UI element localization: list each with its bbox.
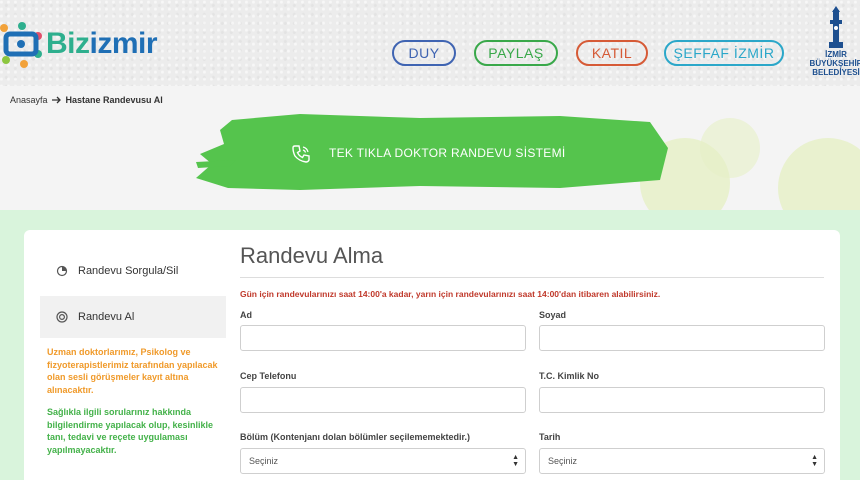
- bizizmir-logo[interactable]: Bizizmir: [0, 14, 158, 74]
- phone-icon: [292, 145, 310, 163]
- soyad-label: Soyad: [539, 310, 567, 320]
- bolum-label: Bölüm (Kontenjanı dolan bölümler seçilem…: [240, 432, 471, 442]
- breadcrumb-current: Hastane Randevusu Al: [65, 95, 163, 105]
- soyad-input[interactable]: [539, 325, 825, 351]
- sidebar-item-make-appointment[interactable]: Randevu Al: [40, 296, 226, 338]
- site-header: Bizizmir DUY PAYLAŞ KATIL ŞEFFAF İZMİR İ…: [0, 0, 860, 86]
- breadcrumb-home-link[interactable]: Anasayfa: [10, 95, 48, 105]
- bolum-select[interactable]: Seçiniz ▲ ▼: [240, 448, 526, 474]
- municipality-line-1: İZMİR: [825, 50, 847, 59]
- arrow-right-icon: [51, 96, 61, 104]
- cep-telefonu-label: Cep Telefonu: [240, 371, 297, 381]
- no-diagnosis-notice: Sağlıkla ilgili sorularınız hakkında bil…: [47, 407, 214, 455]
- nav-katil-button[interactable]: KATIL: [576, 40, 648, 66]
- bolum-select-value: Seçiniz: [249, 456, 279, 466]
- sidebar-item-label: Randevu Al: [78, 311, 135, 323]
- nav-paylas-button[interactable]: PAYLAŞ: [474, 40, 558, 66]
- logo-text: Bizizmir: [46, 27, 158, 60]
- logo-mark-icon: [0, 22, 42, 68]
- ad-input[interactable]: [240, 325, 526, 351]
- nav-duy-button[interactable]: DUY: [392, 40, 456, 66]
- ad-label: Ad: [240, 310, 252, 320]
- tc-kimlik-input[interactable]: [539, 387, 825, 413]
- target-icon: [56, 311, 68, 323]
- sidebar-item-label: Randevu Sorgula/Sil: [78, 265, 179, 277]
- tarih-select-value: Seçiniz: [548, 456, 578, 466]
- breadcrumb: Anasayfa Hastane Randevusu Al: [10, 95, 163, 105]
- banner-title: TEK TIKLA DOKTOR RANDEVU SİSTEMİ: [329, 146, 566, 160]
- municipality-line-3: BELEDİYESİ: [812, 68, 860, 77]
- tarih-label: Tarih: [539, 432, 561, 442]
- query-icon: [56, 265, 68, 277]
- recording-notice: Uzman doktorlarımız, Psikolog ve fizyote…: [47, 347, 218, 395]
- izmir-municipality-logo[interactable]: İZMİR BÜYÜKŞEHİR BELEDİYESİ: [808, 6, 860, 80]
- tc-kimlik-label: T.C. Kimlik No: [539, 371, 600, 381]
- municipality-line-2: BÜYÜKŞEHİR: [809, 59, 860, 68]
- form-title: Randevu Alma: [240, 243, 384, 268]
- sidebar-item-query-delete[interactable]: Randevu Sorgula/Sil: [40, 250, 226, 292]
- nav-seffaf-izmir-button[interactable]: ŞEFFAF İZMİR: [664, 40, 784, 66]
- select-arrows-icon: ▲ ▼: [512, 454, 519, 468]
- clock-tower-icon: [829, 6, 843, 48]
- tarih-select[interactable]: Seçiniz ▲ ▼: [539, 448, 825, 474]
- select-arrows-icon: ▲ ▼: [811, 454, 818, 468]
- time-warning: Gün için randevularınızı saat 14:00'a ka…: [240, 289, 661, 299]
- title-divider: [240, 277, 824, 278]
- cep-telefonu-input[interactable]: [240, 387, 526, 413]
